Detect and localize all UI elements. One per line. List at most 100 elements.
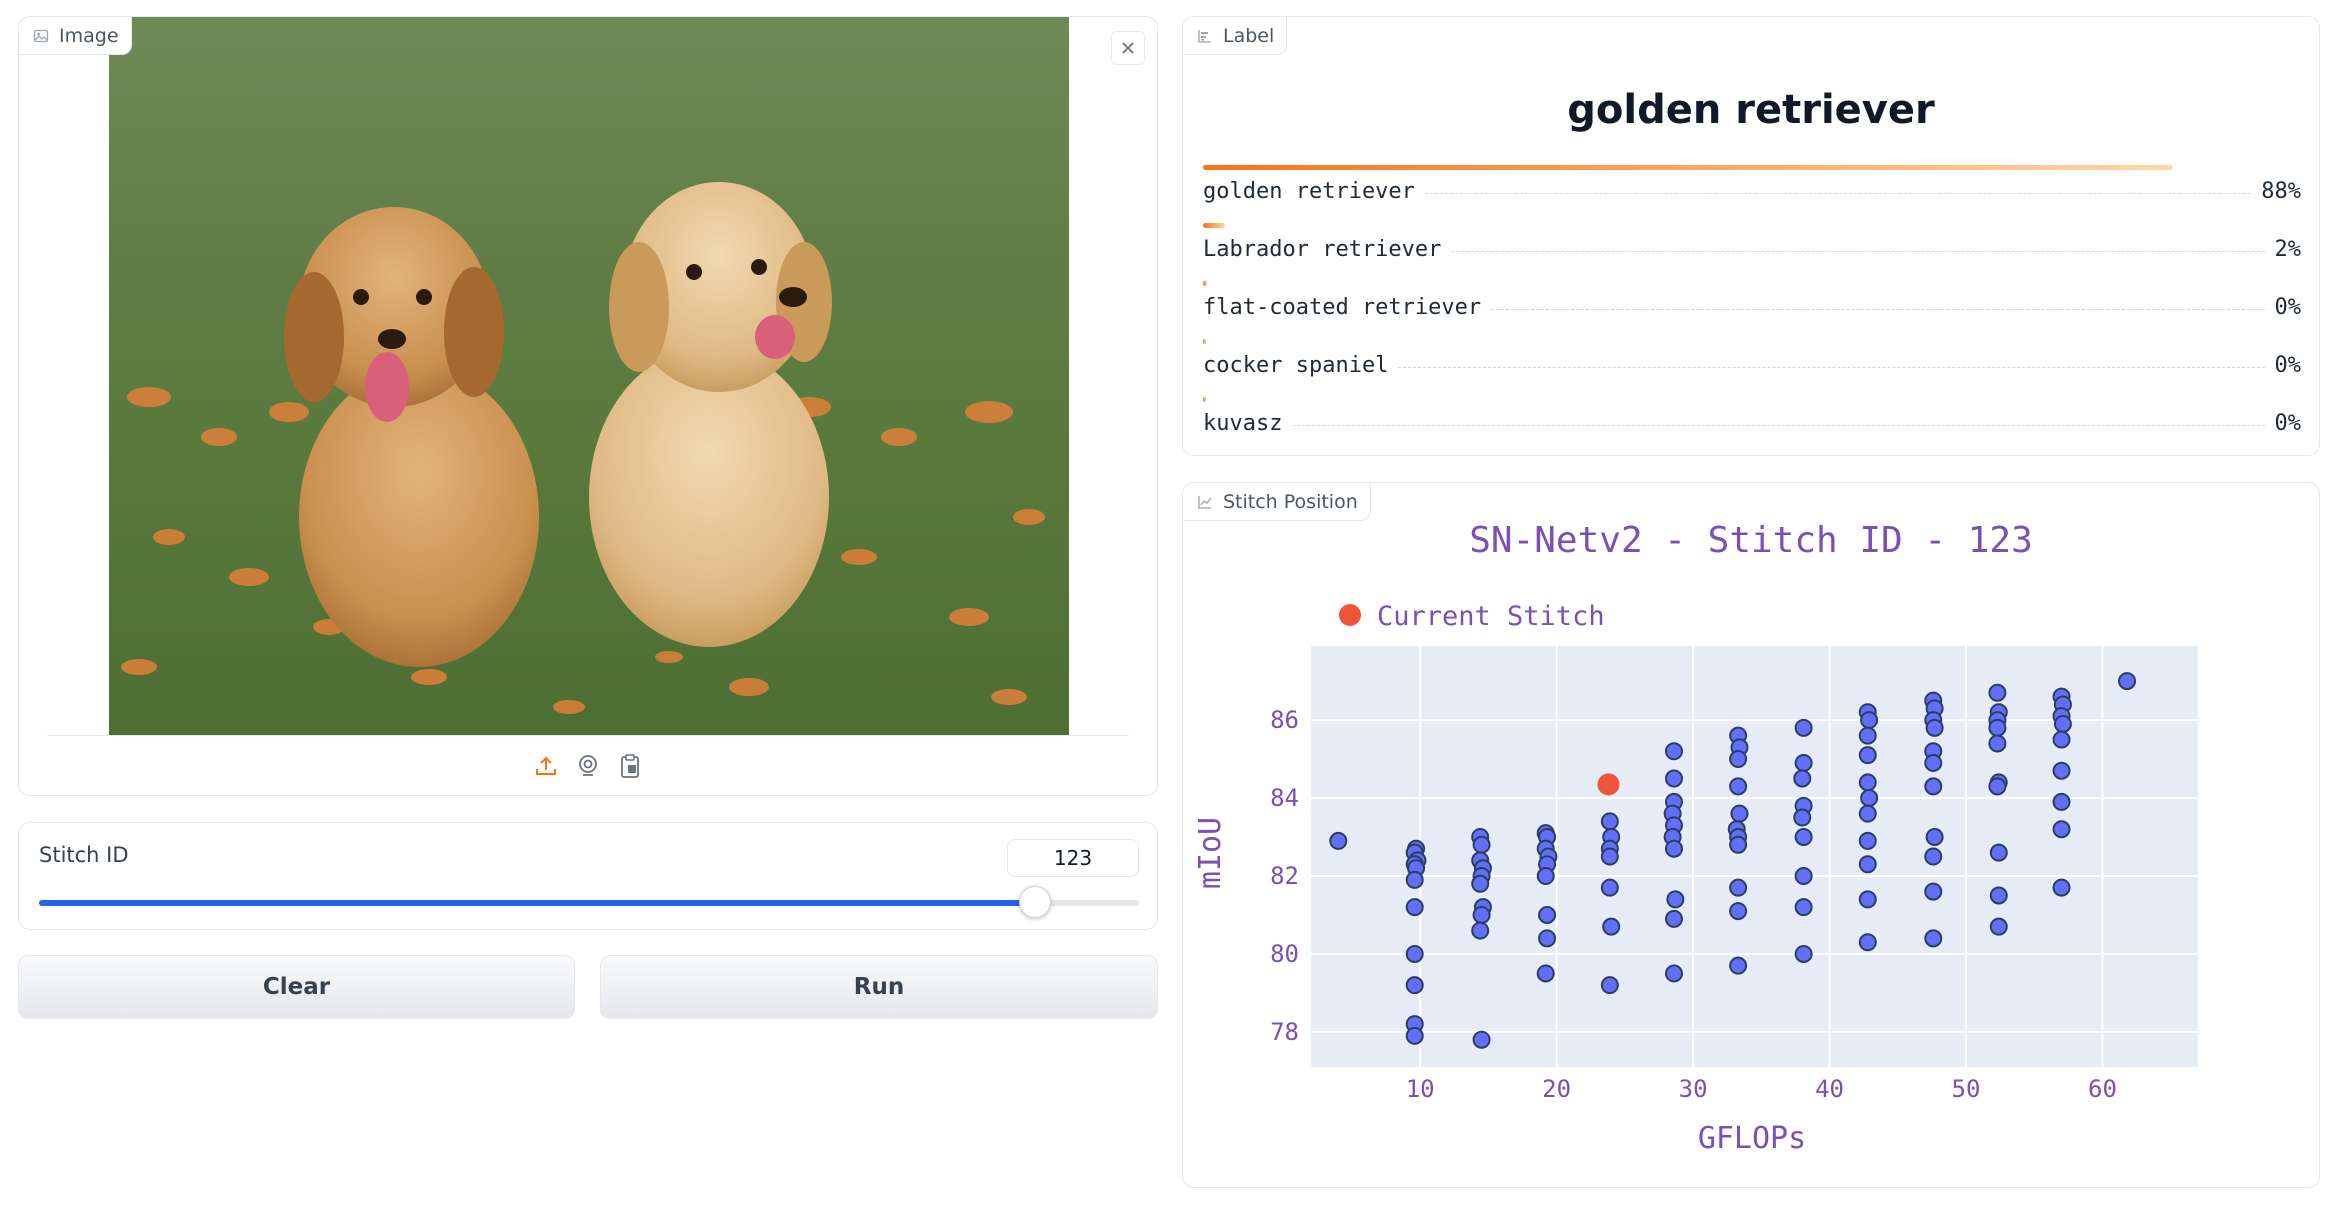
clipboard-icon[interactable]: [617, 751, 643, 781]
upload-icon[interactable]: [533, 751, 559, 781]
data-point: [1793, 808, 1812, 827]
slider-fill: [39, 900, 1035, 906]
data-point: [1858, 773, 1877, 792]
data-point: [1925, 828, 1944, 847]
image-source-selector: [19, 751, 1157, 781]
class-percent: 0%: [2274, 295, 2302, 320]
confidence-bar: [1203, 165, 2173, 170]
y-tick-label: 84: [1270, 784, 1299, 812]
dotted-leader: [1398, 367, 2265, 368]
confidence-item[interactable]: Labrador retriever 2%: [1203, 223, 2301, 281]
data-point: [2052, 820, 2071, 839]
webcam-icon[interactable]: [575, 751, 601, 781]
dotted-leader: [1424, 193, 2252, 194]
predicted-label: golden retriever: [1567, 87, 1935, 133]
run-button[interactable]: Run: [600, 955, 1158, 1019]
data-point: [1988, 777, 2007, 796]
data-point: [1405, 898, 1424, 917]
x-tick-label: 20: [1542, 1075, 1571, 1103]
confidence-item[interactable]: kuvasz 0%: [1203, 397, 2301, 455]
data-point: [1858, 831, 1877, 850]
class-name: golden retriever: [1203, 179, 1415, 204]
data-point: [1664, 839, 1683, 858]
y-tick-label: 82: [1270, 862, 1299, 890]
y-tick-label: 86: [1270, 706, 1299, 734]
close-icon: [1122, 42, 1134, 54]
data-point: [1858, 890, 1877, 909]
data-point: [1924, 882, 1943, 901]
y-axis-label: mIoU: [1193, 817, 1228, 889]
data-point: [1471, 921, 1490, 940]
clear-button[interactable]: Clear: [18, 955, 575, 1019]
confidence-bar: [1203, 281, 1208, 286]
x-tick-label: 40: [1815, 1075, 1844, 1103]
plot-panel-label: Stitch Position: [1183, 483, 1371, 521]
data-point: [1472, 905, 1491, 924]
data-point: [1858, 726, 1877, 745]
stitch-id-number-input[interactable]: 123: [1007, 839, 1139, 877]
class-percent: 0%: [2274, 353, 2302, 378]
x-tick-label: 10: [1406, 1075, 1435, 1103]
image-panel-label: Image: [19, 17, 132, 55]
stitch-position-panel: Stitch Position SN-Netv2 - Stitch ID - 1…: [1182, 482, 2320, 1188]
data-point: [1989, 843, 2008, 862]
data-point: [1538, 929, 1557, 948]
line-chart-icon: [1198, 495, 1212, 509]
confidence-bar: [1203, 339, 1207, 344]
data-point: [1472, 835, 1491, 854]
slider-thumb[interactable]: [1018, 886, 1051, 918]
data-point: [1600, 976, 1619, 995]
class-name: Labrador retriever: [1203, 237, 1442, 262]
dotted-leader: [1451, 251, 2265, 252]
x-axis-label: GFLOPs: [1698, 1121, 1806, 1156]
legend-label[interactable]: Current Stitch: [1377, 601, 1605, 632]
class-name: flat-coated retriever: [1203, 295, 1482, 320]
data-point: [1329, 831, 1348, 850]
data-point: [1794, 718, 1813, 737]
data-point: [1794, 753, 1813, 772]
data-point: [2052, 792, 2071, 811]
data-point: [1664, 769, 1683, 788]
data-point: [1664, 964, 1683, 983]
confidence-item[interactable]: golden retriever 88%: [1203, 165, 2301, 223]
confidence-item[interactable]: flat-coated retriever 0%: [1203, 281, 2301, 339]
data-point: [1793, 769, 1812, 788]
data-point: [2118, 672, 2137, 691]
class-name: cocker spaniel: [1203, 353, 1389, 378]
data-point: [1794, 866, 1813, 885]
data-point: [1729, 902, 1748, 921]
data-point: [1602, 917, 1621, 936]
data-point: [1405, 1026, 1424, 1045]
class-percent: 0%: [2274, 411, 2302, 436]
data-point: [1858, 933, 1877, 952]
legend-marker: [1339, 604, 1361, 626]
data-point: [1989, 886, 2008, 905]
y-tick-label: 78: [1270, 1018, 1299, 1046]
image-panel: Image: [18, 16, 1158, 796]
stitch-id-slider-panel: Stitch ID 123: [18, 822, 1158, 930]
data-point: [1988, 718, 2007, 737]
data-point: [1666, 890, 1685, 909]
stitch-id-slider[interactable]: [39, 886, 1139, 918]
data-point: [1729, 956, 1748, 975]
data-point: [1794, 828, 1813, 847]
uploaded-image: [109, 17, 1069, 735]
data-point: [1729, 835, 1748, 854]
data-point: [1858, 804, 1877, 823]
close-button[interactable]: [1111, 31, 1145, 65]
scatter-plot: SN-Netv2 - Stitch ID - 123 Current Stitc…: [1193, 520, 2198, 1156]
data-point: [1729, 750, 1748, 769]
chart-title: SN-Netv2 - Stitch ID - 123: [1469, 520, 2033, 561]
data-point: [1472, 1030, 1491, 1049]
label-panel-label: Label: [1183, 17, 1288, 55]
data-point: [1924, 847, 1943, 866]
x-tick-label: 50: [1952, 1075, 1981, 1103]
data-point: [1664, 742, 1683, 761]
data-point: [1538, 905, 1557, 924]
confidence-item[interactable]: cocker spaniel 0%: [1203, 339, 2301, 397]
x-tick-label: 30: [1679, 1075, 1708, 1103]
data-point: [1988, 734, 2007, 753]
data-point: [1600, 847, 1619, 866]
data-point: [1924, 753, 1943, 772]
data-point: [2052, 730, 2071, 749]
